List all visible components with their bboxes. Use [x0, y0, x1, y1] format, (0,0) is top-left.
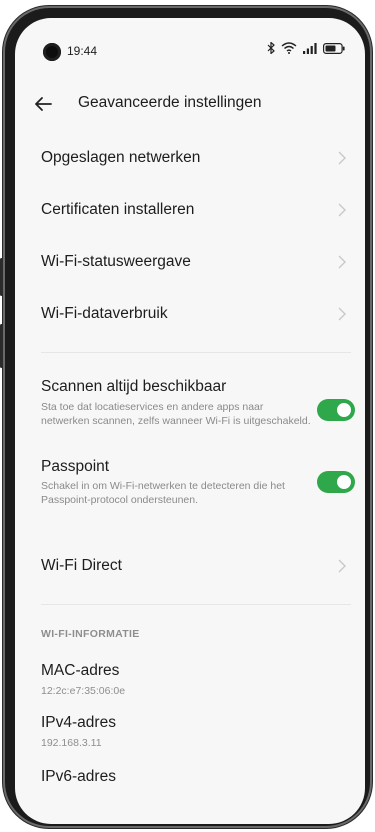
volume-button [0, 258, 3, 296]
passpoint-toggle[interactable] [317, 471, 355, 493]
ipv4-address-value: 192.168.3.11 [41, 737, 102, 749]
toggle-knob [337, 403, 351, 417]
passpoint-label: Passpoint [41, 458, 110, 475]
wifi-status-display-label: Wi-Fi-statusweergave [41, 253, 191, 270]
battery-icon [323, 42, 345, 54]
status-time: 19:44 [67, 44, 98, 58]
passpoint-description: Schakel in om Wi-Fi-netwerken te detecte… [41, 480, 285, 506]
install-certificates-label: Certificaten installeren [41, 201, 195, 218]
mac-address-value: 12:2c:e7:35:06:0e [41, 685, 126, 697]
scanning-always-available-item[interactable]: Scannen altijd beschikbaar Sta toe dat l… [15, 370, 365, 448]
section-divider [41, 352, 351, 353]
wifi-status-display-item[interactable]: Wi-Fi-statusweergave [15, 240, 365, 284]
mac-address-label: MAC-adres [41, 662, 120, 679]
wifi-icon [281, 42, 297, 54]
ipv4-address-label: IPv4-adres [41, 714, 116, 731]
app-header: Geavanceerde instellingen [15, 82, 365, 126]
chevron-right-icon [338, 255, 346, 269]
signal-icon [303, 42, 317, 54]
wifi-data-usage-label: Wi-Fi-dataverbruik [41, 305, 168, 322]
saved-networks-label: Opgeslagen netwerken [41, 149, 201, 166]
chevron-right-icon [338, 307, 346, 321]
screen: 19:44 Geavanceerde instellingen Opgeslag… [15, 18, 365, 824]
status-bar: 19:44 [15, 18, 365, 68]
wifi-direct-item[interactable]: Wi-Fi Direct [15, 544, 365, 588]
toggle-knob [337, 475, 351, 489]
ipv6-address-item: IPv6-adres [15, 760, 365, 800]
wifi-info-header: WI-FI-INFORMATIE [41, 628, 140, 640]
status-icons [267, 42, 345, 54]
ipv6-address-label: IPv6-adres [41, 768, 116, 785]
chevron-right-icon [338, 559, 346, 573]
arrow-left-icon[interactable] [31, 92, 55, 116]
passpoint-item[interactable]: Passpoint Schakel in om Wi-Fi-netwerken … [15, 450, 365, 518]
wifi-direct-label: Wi-Fi Direct [41, 557, 122, 574]
bluetooth-icon [267, 42, 275, 54]
ipv4-address-item: IPv4-adres 192.168.3.11 [15, 706, 365, 754]
install-certificates-item[interactable]: Certificaten installeren [15, 188, 365, 232]
section-divider [41, 604, 351, 605]
scanning-label: Scannen altijd beschikbaar [41, 378, 227, 395]
page-title: Geavanceerde instellingen [78, 94, 262, 111]
power-button [0, 324, 3, 368]
phone-frame: 19:44 Geavanceerde instellingen Opgeslag… [0, 6, 372, 828]
wifi-data-usage-item[interactable]: Wi-Fi-dataverbruik [15, 292, 365, 336]
chevron-right-icon [338, 151, 346, 165]
mac-address-item: MAC-adres 12:2c:e7:35:06:0e [15, 654, 365, 702]
scanning-description: Sta toe dat locatieservices en andere ap… [41, 401, 311, 427]
front-camera [43, 43, 61, 61]
chevron-right-icon [338, 203, 346, 217]
scanning-toggle[interactable] [317, 399, 355, 421]
saved-networks-item[interactable]: Opgeslagen netwerken [15, 136, 365, 180]
